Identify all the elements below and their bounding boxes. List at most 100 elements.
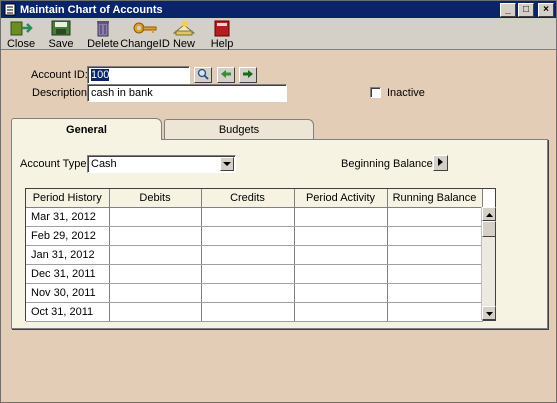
- close-icon: ×: [543, 3, 549, 15]
- balance-cell: [387, 245, 483, 265]
- account-type-label: Account Type:: [20, 158, 90, 170]
- account-lookup-button[interactable]: [194, 67, 212, 83]
- change-id-button[interactable]: ChangeID: [120, 18, 170, 50]
- table-row: Jan 31, 2012: [26, 245, 483, 265]
- title-bar[interactable]: Maintain Chart of Accounts _ □ ×: [1, 1, 556, 18]
- table-header-row: Period History Debits Credits Period Act…: [26, 189, 483, 208]
- inactive-label: Inactive: [387, 87, 425, 99]
- debits-cell[interactable]: [109, 245, 202, 265]
- tab-general[interactable]: General: [11, 118, 162, 140]
- close-window-button[interactable]: ×: [538, 2, 554, 17]
- scroll-down-button[interactable]: [482, 306, 496, 320]
- account-type-value: Cash: [91, 158, 117, 170]
- toolbar: Close Save Delete ChangeID New Help: [1, 18, 556, 50]
- close-label: Close: [6, 38, 36, 50]
- magnifier-icon: [197, 68, 209, 83]
- credits-cell[interactable]: [201, 302, 295, 322]
- app-icon: [3, 3, 17, 17]
- period-history-grid: Period History Debits Credits Period Act…: [25, 188, 496, 322]
- period-cell: Dec 31, 2011: [26, 264, 110, 284]
- credits-cell[interactable]: [201, 283, 295, 303]
- debits-cell[interactable]: [109, 226, 202, 246]
- debits-cell[interactable]: [109, 302, 202, 322]
- column-header-activity[interactable]: Period Activity: [294, 189, 388, 208]
- balance-cell: [387, 226, 483, 246]
- table-row: Oct 31, 2011: [26, 302, 483, 322]
- minimize-icon: _: [505, 3, 511, 15]
- table-row: Feb 29, 2012: [26, 226, 483, 246]
- close-button[interactable]: Close: [1, 18, 41, 50]
- new-button[interactable]: New: [165, 18, 203, 50]
- arrow-left-icon: [220, 69, 232, 82]
- inactive-checkbox[interactable]: [370, 87, 381, 98]
- change-id-label: ChangeID: [120, 38, 170, 50]
- balance-cell: [387, 302, 483, 322]
- arrow-up-icon: [485, 208, 493, 220]
- activity-cell: [294, 283, 388, 303]
- activity-cell: [294, 226, 388, 246]
- help-label: Help: [210, 38, 234, 50]
- period-cell: Feb 29, 2012: [26, 226, 110, 246]
- new-label: New: [172, 38, 195, 50]
- save-button[interactable]: Save: [41, 18, 81, 50]
- balance-cell: [387, 264, 483, 284]
- chevron-down-icon[interactable]: [220, 157, 234, 171]
- account-id-label: Account ID:: [31, 69, 88, 81]
- account-id-field[interactable]: 100: [87, 66, 190, 84]
- arrow-right-icon: [242, 69, 254, 82]
- activity-cell: [294, 207, 388, 227]
- maintain-chart-window: Maintain Chart of Accounts _ □ × Close S…: [0, 0, 557, 403]
- tab-general-label: General: [66, 123, 107, 136]
- column-header-debits[interactable]: Debits: [109, 189, 202, 208]
- credits-cell[interactable]: [201, 226, 295, 246]
- activity-cell: [294, 245, 388, 265]
- debits-cell[interactable]: [109, 207, 202, 227]
- description-label: Description:: [32, 87, 91, 99]
- help-button[interactable]: Help: [203, 18, 241, 50]
- scroll-thumb[interactable]: [482, 221, 496, 237]
- table-row: Dec 31, 2011: [26, 264, 483, 284]
- save-label: Save: [48, 38, 74, 50]
- maximize-button[interactable]: □: [518, 2, 534, 17]
- save-icon: [48, 19, 74, 37]
- credits-cell[interactable]: [201, 207, 295, 227]
- activity-cell: [294, 302, 388, 322]
- key-icon: [132, 19, 158, 37]
- help-book-icon: [209, 19, 235, 37]
- column-header-credits[interactable]: Credits: [201, 189, 295, 208]
- table-row: Mar 31, 2012: [26, 207, 483, 227]
- minimize-button[interactable]: _: [500, 2, 516, 17]
- delete-label: Delete: [87, 38, 119, 50]
- debits-cell[interactable]: [109, 283, 202, 303]
- debits-cell[interactable]: [109, 264, 202, 284]
- description-value: cash in bank: [91, 87, 153, 99]
- period-cell: Jan 31, 2012: [26, 245, 110, 265]
- account-type-dropdown[interactable]: Cash: [87, 155, 236, 173]
- account-id-value: 100: [91, 69, 110, 81]
- previous-record-button[interactable]: [217, 67, 235, 83]
- credits-cell[interactable]: [201, 264, 295, 284]
- beginning-balances-button[interactable]: [433, 155, 448, 171]
- new-icon: [171, 19, 197, 37]
- period-cell: Nov 30, 2011: [26, 283, 110, 303]
- arrow-right-small-icon: [438, 157, 443, 169]
- window-title: Maintain Chart of Accounts: [20, 3, 163, 16]
- maximize-icon: □: [522, 3, 530, 15]
- period-cell: Mar 31, 2012: [26, 207, 110, 227]
- period-cell: Oct 31, 2011: [26, 302, 110, 322]
- arrow-down-icon: [485, 307, 493, 319]
- credits-cell[interactable]: [201, 245, 295, 265]
- balance-cell: [387, 207, 483, 227]
- vertical-scrollbar[interactable]: [481, 207, 496, 320]
- column-header-balance[interactable]: Running Balance: [387, 189, 483, 208]
- tab-budgets[interactable]: Budgets: [164, 119, 314, 140]
- next-record-button[interactable]: [239, 67, 257, 83]
- delete-button[interactable]: Delete: [81, 18, 125, 50]
- close-door-icon: [8, 19, 34, 37]
- tab-budgets-label: Budgets: [218, 124, 260, 136]
- description-field[interactable]: cash in bank: [87, 84, 287, 102]
- column-header-period[interactable]: Period History: [26, 189, 110, 208]
- beginning-balances-label: Beginning Balances:: [341, 158, 442, 170]
- delete-icon: [90, 19, 116, 37]
- scroll-up-button[interactable]: [482, 207, 496, 221]
